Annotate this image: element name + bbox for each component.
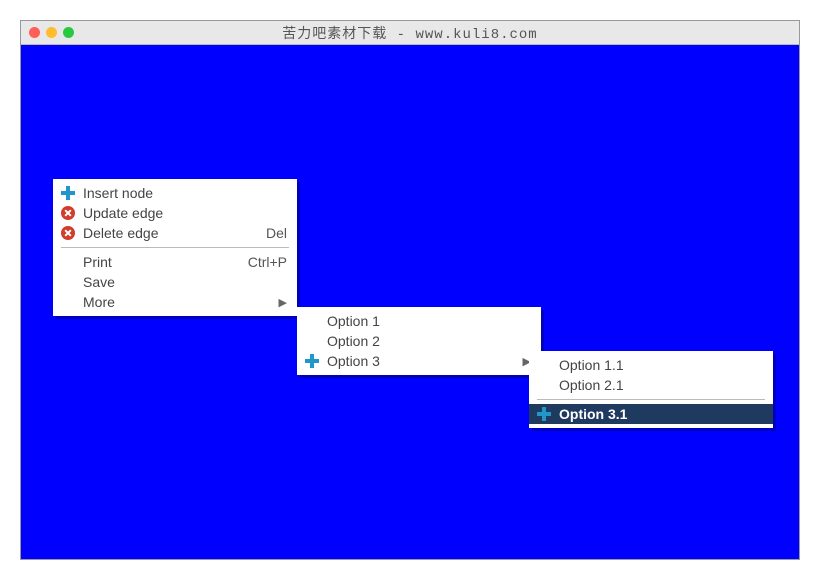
app-window: 苦力吧素材下载 - www.kuli8.com Insert node Upda… xyxy=(20,20,800,560)
menu-item-label: Option 1 xyxy=(321,313,531,329)
minimize-icon[interactable] xyxy=(46,27,57,38)
menu-item-label: Update edge xyxy=(77,205,287,221)
menu-item-more[interactable]: More ▶ xyxy=(53,292,297,312)
menu-item-option-2[interactable]: Option 2 xyxy=(297,331,541,351)
context-submenu-level-3: Option 1.1 Option 2.1 Option 3.1 xyxy=(529,351,773,428)
menu-item-label: Insert node xyxy=(77,185,287,201)
menu-item-save[interactable]: Save xyxy=(53,272,297,292)
titlebar: 苦力吧素材下载 - www.kuli8.com xyxy=(21,21,799,45)
menu-item-label: Option 2 xyxy=(321,333,531,349)
menu-item-label: Option 1.1 xyxy=(553,357,763,373)
menu-item-label: Save xyxy=(77,274,287,290)
blank-icon xyxy=(59,293,77,311)
context-submenu: Option 1 Option 2 Option 3 ▶ xyxy=(297,307,541,375)
context-menu: Insert node Update edge Delete edge Del … xyxy=(53,179,297,316)
menu-item-label: Print xyxy=(77,254,220,270)
blank-icon xyxy=(303,312,321,330)
zoom-icon[interactable] xyxy=(63,27,74,38)
blank-icon xyxy=(535,356,553,374)
menu-item-insert-node[interactable]: Insert node xyxy=(53,183,297,203)
traffic-lights xyxy=(29,27,74,38)
plus-icon xyxy=(59,184,77,202)
menu-item-update-edge[interactable]: Update edge xyxy=(53,203,297,223)
menu-item-print[interactable]: Print Ctrl+P xyxy=(53,252,297,272)
submenu-arrow-icon: ▶ xyxy=(251,296,287,309)
menu-separator xyxy=(61,247,289,248)
menu-item-label: Delete edge xyxy=(77,225,238,241)
blank-icon xyxy=(535,376,553,394)
plus-icon xyxy=(303,352,321,370)
blank-icon xyxy=(303,332,321,350)
menu-item-option-1-1[interactable]: Option 1.1 xyxy=(529,355,773,375)
window-title: 苦力吧素材下载 - www.kuli8.com xyxy=(21,23,799,43)
menu-item-shortcut: Del xyxy=(238,225,287,241)
menu-item-option-3[interactable]: Option 3 ▶ xyxy=(297,351,541,371)
menu-item-label: Option 3 xyxy=(321,353,495,369)
menu-item-label: More xyxy=(77,294,251,310)
menu-item-option-1[interactable]: Option 1 xyxy=(297,311,541,331)
menu-separator xyxy=(537,399,765,400)
submenu-arrow-icon: ▶ xyxy=(495,355,531,368)
blank-icon xyxy=(59,273,77,291)
cancel-icon xyxy=(59,224,77,242)
blank-icon xyxy=(59,253,77,271)
menu-item-label: Option 2.1 xyxy=(553,377,763,393)
menu-item-shortcut: Ctrl+P xyxy=(220,254,287,270)
menu-item-label: Option 3.1 xyxy=(553,406,763,422)
menu-item-delete-edge[interactable]: Delete edge Del xyxy=(53,223,297,243)
plus-icon xyxy=(535,405,553,423)
close-icon[interactable] xyxy=(29,27,40,38)
cancel-icon xyxy=(59,204,77,222)
menu-item-option-2-1[interactable]: Option 2.1 xyxy=(529,375,773,395)
menu-item-option-3-1[interactable]: Option 3.1 xyxy=(529,404,773,424)
